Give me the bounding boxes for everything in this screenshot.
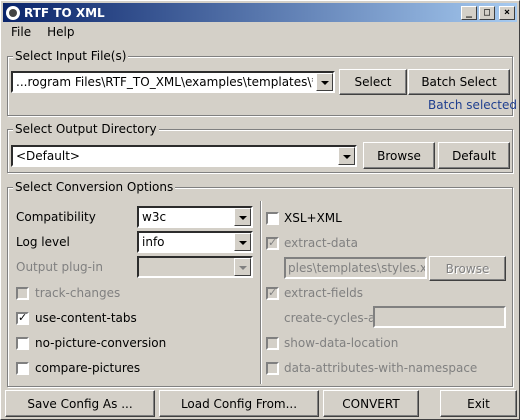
no-picture-conversion-checkbox[interactable]: [16, 337, 29, 350]
save-config-button[interactable]: Save Config As ...: [5, 390, 155, 417]
no-picture-conversion-label: no-picture-conversion: [35, 336, 167, 350]
maximize-button[interactable]: □: [479, 5, 495, 20]
track-changes-label: track-changes: [35, 286, 121, 300]
batch-select-button[interactable]: Batch Select: [408, 69, 510, 95]
batch-selected-status: Batch selected: [428, 98, 517, 112]
output-plugin-label: Output plug-in: [16, 260, 103, 274]
main-window: RTF TO XML _ □ × File Help Select Input …: [0, 0, 520, 420]
output-dir-group-title: Select Output Directory: [13, 122, 159, 136]
conversion-options-group-title: Select Conversion Options: [13, 180, 176, 194]
output-plugin-select[interactable]: [137, 256, 253, 278]
checkmark-icon: ✓: [268, 236, 278, 249]
output-dir-combo[interactable]: <Default>: [11, 145, 357, 167]
exit-button[interactable]: Exit: [440, 390, 517, 417]
minimize-button[interactable]: _: [461, 5, 477, 20]
window-title: RTF TO XML: [24, 5, 105, 20]
show-data-location-checkbox[interactable]: [266, 337, 279, 350]
checkmark-icon: ✓: [18, 311, 28, 324]
title-bar[interactable]: RTF TO XML _ □ ×: [3, 3, 517, 22]
chevron-down-icon[interactable]: [234, 208, 251, 226]
compare-pictures-checkbox[interactable]: [16, 362, 29, 375]
menu-help[interactable]: Help: [39, 24, 82, 42]
data-attributes-with-namespace-checkbox[interactable]: [266, 362, 279, 375]
app-icon: [6, 5, 20, 20]
use-content-tabs-checkbox[interactable]: ✓: [16, 311, 29, 325]
extract-fields-label: extract-fields: [284, 286, 364, 300]
input-files-group-title: Select Input File(s): [13, 49, 129, 63]
default-output-button[interactable]: Default: [438, 142, 510, 169]
log-level-value: info: [142, 235, 165, 249]
output-dir-value: <Default>: [16, 149, 80, 163]
checkmark-icon: ✓: [268, 286, 278, 299]
extract-fields-checkbox[interactable]: ✓: [266, 286, 279, 300]
styles-path-field[interactable]: ples\templates\styles.xml: [284, 257, 427, 279]
log-level-select[interactable]: info: [137, 231, 253, 253]
close-button[interactable]: ×: [499, 5, 515, 20]
xsl-xml-label: XSL+XML: [284, 211, 342, 225]
compatibility-label: Compatibility: [16, 210, 96, 224]
compare-pictures-label: compare-pictures: [35, 361, 141, 375]
data-attributes-with-namespace-label: data-attributes-with-namespace: [284, 361, 478, 375]
input-path-value: ...rogram Files\RTF_TO_XML\examples\temp…: [16, 75, 313, 89]
extract-data-label: extract-data: [284, 236, 358, 250]
create-cycles-at-label: create-cycles-at: [284, 311, 381, 325]
chevron-down-icon[interactable]: [234, 258, 251, 276]
create-cycles-at-field[interactable]: [373, 306, 506, 328]
convert-button[interactable]: CONVERT: [323, 390, 419, 417]
input-path-combo[interactable]: ...rogram Files\RTF_TO_XML\examples\temp…: [11, 71, 335, 93]
chevron-down-icon[interactable]: [316, 73, 333, 91]
options-divider: [260, 201, 262, 384]
extract-data-checkbox[interactable]: ✓: [266, 236, 279, 250]
xsl-xml-checkbox[interactable]: [266, 212, 279, 225]
compatibility-value: w3c: [142, 210, 167, 224]
browse-output-button[interactable]: Browse: [363, 142, 435, 169]
load-config-button[interactable]: Load Config From...: [159, 390, 319, 417]
show-data-location-label: show-data-location: [284, 336, 399, 350]
log-level-label: Log level: [16, 235, 70, 249]
menu-file[interactable]: File: [3, 24, 39, 42]
menu-bar: File Help: [3, 24, 82, 42]
styles-browse-button[interactable]: Browse: [429, 256, 506, 281]
chevron-down-icon[interactable]: [338, 147, 355, 165]
select-button[interactable]: Select: [339, 69, 407, 95]
track-changes-checkbox[interactable]: [16, 287, 29, 300]
chevron-down-icon[interactable]: [234, 233, 251, 251]
use-content-tabs-label: use-content-tabs: [35, 311, 137, 325]
compatibility-select[interactable]: w3c: [137, 206, 253, 228]
